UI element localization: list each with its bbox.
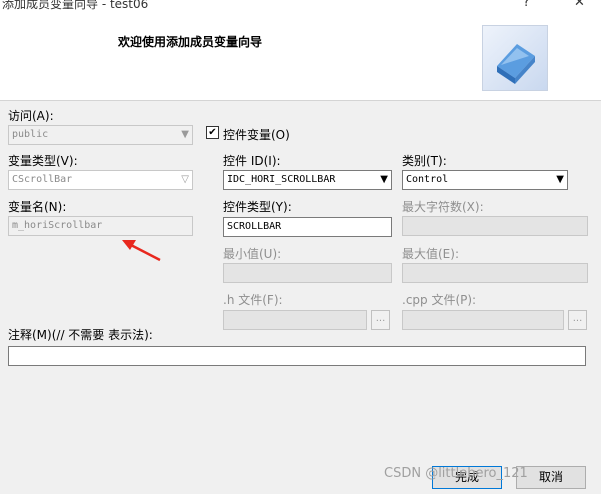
control-id-label: 控件 ID(I): (223, 154, 281, 168)
cpp-file-field (402, 310, 564, 330)
variable-name-label: 变量名(N): (8, 200, 67, 214)
control-type-field[interactable]: SCROLLBAR (223, 217, 392, 237)
chevron-down-icon[interactable]: ▼ (556, 173, 564, 187)
h-file-browse-button: ... (371, 310, 390, 330)
close-button[interactable]: ✕ (574, 0, 585, 10)
min-value-label: 最小值(U): (223, 247, 282, 261)
category-combo[interactable]: Control ▼ (402, 170, 568, 190)
access-value: public (12, 129, 49, 140)
access-label: 访问(A): (8, 109, 54, 123)
control-id-value: IDC_HORI_SCROLLBAR (227, 174, 336, 185)
variable-type-combo: CScrollBar ▽ (8, 170, 193, 190)
page-title: 欢迎使用添加成员变量向导 (118, 35, 263, 49)
max-chars-field (402, 216, 588, 236)
max-chars-label: 最大字符数(X): (402, 200, 484, 214)
wizard-logo-icon (482, 25, 548, 91)
variable-type-label: 变量类型(V): (8, 154, 78, 168)
category-value: Control (406, 174, 449, 185)
variable-type-value: CScrollBar (12, 174, 73, 185)
chevron-down-icon: ▽ (181, 174, 189, 185)
chevron-down-icon[interactable]: ▼ (380, 173, 388, 187)
variable-name-value: m_horiScrollbar (12, 220, 103, 231)
max-value-field (402, 263, 588, 283)
comment-label: 注释(M)(// 不需要 表示法): (8, 328, 153, 342)
annotation-arrow-icon (122, 240, 161, 262)
control-type-value: SCROLLBAR (227, 221, 282, 232)
access-combo: public ▼ (8, 125, 193, 145)
cpp-file-browse-button: ... (568, 310, 587, 330)
window-title: 添加成员变量向导 - test06 (2, 0, 149, 11)
watermark: CSDN @littlehero_121 (384, 466, 528, 481)
cpp-file-label: .cpp 文件(P): (402, 293, 477, 307)
max-value-label: 最大值(E): (402, 247, 459, 261)
h-file-field (223, 310, 367, 330)
category-label: 类别(T): (402, 154, 447, 168)
help-button[interactable]: ? (523, 0, 530, 10)
h-file-label: .h 文件(F): (223, 293, 283, 307)
min-value-field (223, 263, 392, 283)
control-type-label: 控件类型(Y): (223, 200, 292, 214)
wizard-header: 欢迎使用添加成员变量向导 (0, 14, 601, 101)
control-variable-checkbox[interactable]: ✔ (206, 126, 219, 139)
control-variable-label: 控件变量(O) (223, 128, 290, 142)
comment-field[interactable] (8, 346, 586, 366)
chevron-down-icon: ▼ (181, 129, 189, 140)
title-bar: 添加成员变量向导 - test06 ? ✕ (0, 0, 601, 14)
variable-name-field: m_horiScrollbar (8, 216, 193, 236)
control-id-combo[interactable]: IDC_HORI_SCROLLBAR ▼ (223, 170, 392, 190)
